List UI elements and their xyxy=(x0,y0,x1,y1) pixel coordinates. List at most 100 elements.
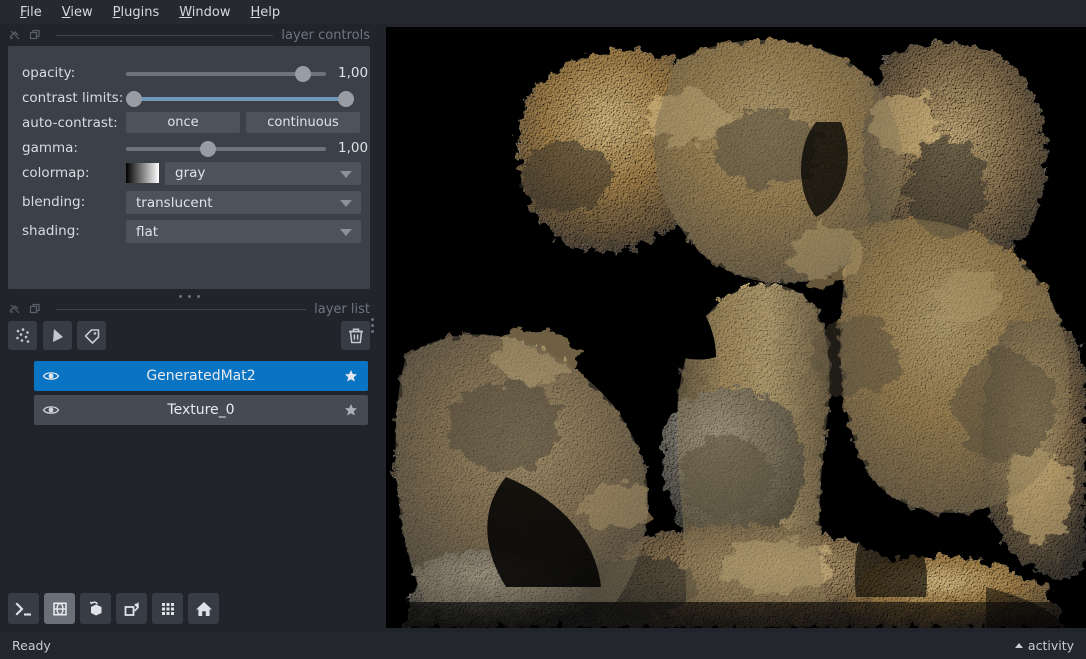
home-button[interactable] xyxy=(188,593,219,624)
layer-row-generatedmat2[interactable]: GeneratedMat2 xyxy=(34,361,368,391)
shapes-icon xyxy=(52,328,63,342)
auto-contrast-row: auto-contrast: once continuous xyxy=(8,112,370,134)
shading-value: flat xyxy=(136,223,159,240)
grid-view-button[interactable] xyxy=(152,593,183,624)
menu-help[interactable]: Help xyxy=(241,3,291,22)
star-icon xyxy=(345,370,357,382)
float-dock-icon[interactable] xyxy=(8,28,22,42)
star-icon xyxy=(345,404,357,416)
trash-icon xyxy=(348,328,363,343)
blending-field: translucent xyxy=(126,191,370,214)
grid-icon xyxy=(161,602,174,615)
transpose-icon xyxy=(124,601,139,616)
layer-controls-panel: opacity: 1,00 contrast limits: auto-cont… xyxy=(8,46,370,289)
new-points-layer-button[interactable] xyxy=(8,321,37,350)
shading-field: flat xyxy=(126,220,370,243)
eye-icon xyxy=(42,372,60,380)
contrast-limits-high-knob[interactable] xyxy=(338,91,354,107)
menu-window-mnemonic: W xyxy=(179,4,192,20)
layer-list-overflow-handle[interactable] xyxy=(371,318,374,333)
points-icon xyxy=(15,327,29,343)
opacity-value: 1,00 xyxy=(338,65,369,81)
shading-row: shading: flat xyxy=(8,220,370,243)
roll-dims-button[interactable] xyxy=(80,593,111,624)
colormap-swatch xyxy=(126,163,159,183)
contrast-limits-row: contrast limits: xyxy=(8,87,370,109)
contrast-limits-low-knob[interactable] xyxy=(126,91,142,107)
activity-label: activity xyxy=(1027,638,1074,653)
status-message: Ready xyxy=(12,638,51,653)
layer-row-texture-0[interactable]: Texture_0 xyxy=(34,395,368,425)
layer-list-toolbar xyxy=(8,321,370,351)
visibility-toggle[interactable] xyxy=(34,367,68,385)
gamma-slider[interactable] xyxy=(126,137,330,159)
colormap-value: gray xyxy=(175,165,206,181)
close-dock-icon[interactable] xyxy=(28,28,42,42)
colormap-dropdown[interactable]: gray xyxy=(165,161,361,185)
menu-view-label: iew xyxy=(70,4,93,20)
chevron-down-icon xyxy=(340,229,352,236)
gamma-row: gamma: 1,00 xyxy=(8,137,370,159)
layer-link-star[interactable] xyxy=(334,369,368,383)
menu-bar: File View Plugins Window Help xyxy=(0,0,1086,24)
home-icon xyxy=(195,601,212,616)
gamma-label: gamma: xyxy=(22,140,78,156)
shading-dropdown[interactable]: flat xyxy=(126,220,361,243)
contrast-limits-slider[interactable] xyxy=(126,87,370,109)
colormap-row: colormap: gray xyxy=(8,161,370,185)
blending-row: blending: translucent xyxy=(8,191,370,214)
opacity-slider[interactable] xyxy=(126,62,330,84)
blending-label: blending: xyxy=(22,194,86,210)
menu-view[interactable]: View xyxy=(52,3,103,22)
new-labels-layer-button[interactable] xyxy=(77,321,106,350)
chevron-down-icon xyxy=(340,200,352,207)
caret-up-icon xyxy=(1014,643,1023,648)
auto-contrast-once-button[interactable]: once xyxy=(126,112,240,133)
close-dock-icon[interactable] xyxy=(28,302,42,316)
status-bar: Ready activity xyxy=(0,632,1086,659)
activity-button[interactable]: activity xyxy=(1014,638,1074,653)
opacity-knob[interactable] xyxy=(295,66,312,82)
new-shapes-layer-button[interactable] xyxy=(43,321,72,350)
colormap-field: gray xyxy=(126,161,370,185)
layer-link-star[interactable] xyxy=(334,403,368,417)
viewer-buttons-toolbar xyxy=(8,593,219,625)
menu-help-mnemonic: H xyxy=(250,4,261,20)
console-button[interactable] xyxy=(8,593,39,624)
blending-dropdown[interactable]: translucent xyxy=(126,191,361,214)
shading-label: shading: xyxy=(22,223,80,239)
visibility-toggle[interactable] xyxy=(34,401,68,419)
chevron-down-icon xyxy=(340,170,352,178)
gamma-knob[interactable] xyxy=(199,141,216,157)
menu-plugins[interactable]: Plugins xyxy=(103,3,170,22)
layer-list-title: layer list xyxy=(314,301,370,317)
colormap-label: colormap: xyxy=(22,165,90,181)
transpose-button[interactable] xyxy=(116,593,147,624)
dock-divider xyxy=(56,34,274,36)
opacity-label: opacity: xyxy=(22,65,76,81)
contrast-limits-track xyxy=(126,97,354,101)
float-dock-icon[interactable] xyxy=(8,302,22,316)
menu-window-label: indow xyxy=(191,4,231,20)
cube-roll-icon xyxy=(89,600,101,615)
auto-contrast-buttons: once continuous xyxy=(126,112,370,134)
cube-wireframe-icon xyxy=(52,601,67,616)
blending-value: translucent xyxy=(136,194,213,211)
layer-controls-title: layer controls xyxy=(281,27,370,43)
gamma-value: 1,00 xyxy=(338,140,369,156)
menu-help-label: elp xyxy=(260,4,281,20)
auto-contrast-continuous-button[interactable]: continuous xyxy=(246,112,360,133)
layer-name-label: Texture_0 xyxy=(167,402,235,418)
delete-layer-button[interactable] xyxy=(341,321,370,350)
viewer-canvas[interactable] xyxy=(386,27,1086,628)
ndisplay-button[interactable] xyxy=(44,593,75,624)
menu-file[interactable]: File xyxy=(10,3,52,22)
console-icon xyxy=(15,602,31,616)
menu-plugins-label: lugins xyxy=(120,4,160,20)
labels-icon xyxy=(84,328,99,344)
gamma-track xyxy=(126,147,326,151)
menu-window[interactable]: Window xyxy=(169,3,240,22)
coral-mesh-image xyxy=(386,27,1086,628)
opacity-row: opacity: 1,00 xyxy=(8,62,370,84)
dock-divider xyxy=(56,308,307,310)
